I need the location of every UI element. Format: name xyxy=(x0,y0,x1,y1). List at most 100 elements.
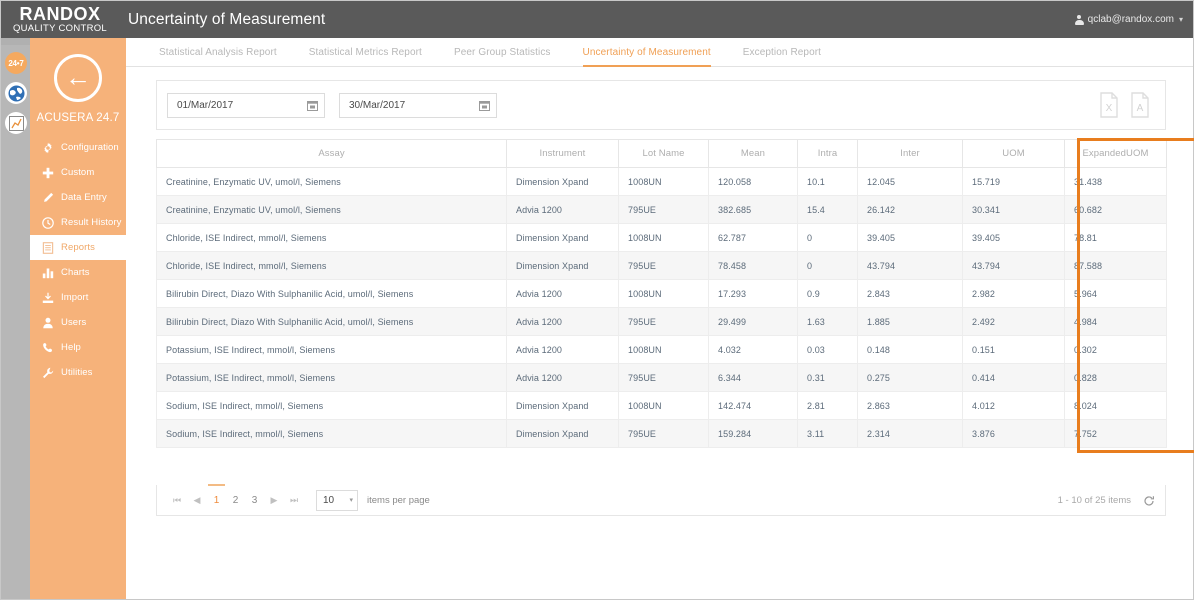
column-header-intra[interactable]: Intra xyxy=(797,139,858,168)
sidebar-item-utilities[interactable]: Utilities xyxy=(30,360,126,385)
logo-title: RANDOX xyxy=(19,3,101,24)
cell-expanded-uom: 8.024 xyxy=(1064,391,1167,420)
page-button-2[interactable]: 2 xyxy=(227,490,244,510)
sidebar-item-reports[interactable]: Reports xyxy=(30,235,126,260)
excel-export-icon[interactable]: X xyxy=(1098,92,1120,118)
cell-inter: 2.314 xyxy=(857,419,963,448)
first-page-button[interactable]: ⏮ xyxy=(167,490,187,510)
bar-chart-icon xyxy=(41,266,54,279)
globe-icon[interactable] xyxy=(5,82,27,104)
cell-expanded-uom: 31.438 xyxy=(1064,167,1167,196)
sidebar-item-custom[interactable]: Custom xyxy=(30,160,126,185)
table-body: Creatinine, Enzymatic UV, umol/l, Siemen… xyxy=(156,167,1167,448)
sidebar-item-data-entry[interactable]: Data Entry xyxy=(30,185,126,210)
column-header-inter[interactable]: Inter xyxy=(857,139,963,168)
cell-instrument: Dimension Xpand xyxy=(506,391,619,420)
sidebar-item-users[interactable]: Users xyxy=(30,310,126,335)
page-button-3[interactable]: 3 xyxy=(246,490,263,510)
table-row[interactable]: Chloride, ISE Indirect, mmol/l, Siemens … xyxy=(156,223,1167,252)
cell-lot-name: 1008UN xyxy=(618,335,709,364)
cell-inter: 26.142 xyxy=(857,195,963,224)
person-icon xyxy=(41,316,54,329)
cell-instrument: Dimension Xpand xyxy=(506,419,619,448)
cell-mean: 17.293 xyxy=(708,279,798,308)
next-page-button[interactable]: ▶ xyxy=(264,490,284,510)
pdf-export-icon[interactable]: A xyxy=(1129,92,1151,118)
table-header-row: Assay Instrument Lot Name Mean Intra Int… xyxy=(156,139,1167,168)
cell-mean: 120.058 xyxy=(708,167,798,196)
svg-text:X: X xyxy=(1106,103,1113,114)
table-row[interactable]: Potassium, ISE Indirect, mmol/l, Siemens… xyxy=(156,363,1167,392)
sidebar-item-label: Reports xyxy=(61,242,95,253)
table-row[interactable]: Potassium, ISE Indirect, mmol/l, Siemens… xyxy=(156,335,1167,364)
sidebar-item-help[interactable]: Help xyxy=(30,335,126,360)
page-title: Uncertainty of Measurement xyxy=(128,10,326,28)
back-button[interactable]: ← xyxy=(54,54,102,102)
cell-mean: 29.499 xyxy=(708,307,798,336)
last-page-button[interactable]: ⏭ xyxy=(284,490,304,510)
cell-mean: 6.344 xyxy=(708,363,798,392)
column-header-uom[interactable]: UOM xyxy=(962,139,1065,168)
column-header-lot-name[interactable]: Lot Name xyxy=(618,139,709,168)
sidebar-item-label: Utilities xyxy=(61,367,93,378)
cell-instrument: Advia 1200 xyxy=(506,279,619,308)
table-row[interactable]: Sodium, ISE Indirect, mmol/l, Siemens Di… xyxy=(156,419,1167,448)
column-header-mean[interactable]: Mean xyxy=(708,139,798,168)
wrench-icon xyxy=(41,366,54,379)
tab-peer-group-statistics[interactable]: Peer Group Statistics xyxy=(454,38,551,67)
table-row[interactable]: Creatinine, Enzymatic UV, umol/l, Siemen… xyxy=(156,167,1167,196)
export-buttons: X A xyxy=(1098,92,1155,118)
sidebar-item-label: Configuration xyxy=(61,142,119,153)
page-size-select[interactable]: 10 ▾ xyxy=(316,489,358,511)
cell-intra: 0 xyxy=(797,251,858,280)
date-from-input[interactable]: 01/Mar/2017 xyxy=(167,92,325,118)
cell-mean: 382.685 xyxy=(708,195,798,224)
user-menu[interactable]: qclab@randox.com ▾ xyxy=(1074,14,1183,25)
top-bar: RANDOX QUALITY CONTROL Uncertainty of Me… xyxy=(1,1,1193,38)
tab-uncertainty-of-measurement[interactable]: Uncertainty of Measurement xyxy=(582,38,711,67)
cell-expanded-uom: 4.984 xyxy=(1064,307,1167,336)
cell-inter: 43.794 xyxy=(857,251,963,280)
cell-mean: 142.474 xyxy=(708,391,798,420)
sidebar-item-configuration[interactable]: Configuration xyxy=(30,135,126,160)
column-header-instrument[interactable]: Instrument xyxy=(506,139,619,168)
user-email: qclab@randox.com xyxy=(1087,14,1174,25)
24-7-badge-icon[interactable]: 24•7 xyxy=(5,52,27,74)
table-row[interactable]: Bilirubin Direct, Diazo With Sulphanilic… xyxy=(156,307,1167,336)
cell-intra: 0.03 xyxy=(797,335,858,364)
prev-page-button[interactable]: ◀ xyxy=(187,490,207,510)
column-header-assay[interactable]: Assay xyxy=(156,139,507,168)
tab-statistical-metrics-report[interactable]: Statistical Metrics Report xyxy=(309,38,422,67)
plus-icon xyxy=(41,166,54,179)
table-row[interactable]: Chloride, ISE Indirect, mmol/l, Siemens … xyxy=(156,251,1167,280)
sidebar-item-import[interactable]: Import xyxy=(30,285,126,310)
tab-exception-report[interactable]: Exception Report xyxy=(743,38,821,67)
table-row[interactable]: Bilirubin Direct, Diazo With Sulphanilic… xyxy=(156,279,1167,308)
sidebar-item-result-history[interactable]: Result History xyxy=(30,210,126,235)
cell-mean: 78.458 xyxy=(708,251,798,280)
cell-mean: 62.787 xyxy=(708,223,798,252)
page-button-1[interactable]: 1 xyxy=(208,484,225,510)
calendar-icon[interactable] xyxy=(307,100,318,111)
chart-icon[interactable] xyxy=(5,112,27,134)
cell-inter: 0.148 xyxy=(857,335,963,364)
cell-lot-name: 795UE xyxy=(618,307,709,336)
calendar-icon[interactable] xyxy=(479,100,490,111)
cell-mean: 4.032 xyxy=(708,335,798,364)
cell-assay: Creatinine, Enzymatic UV, umol/l, Siemen… xyxy=(156,195,507,224)
cell-lot-name: 795UE xyxy=(618,363,709,392)
tab-statistical-analysis-report[interactable]: Statistical Analysis Report xyxy=(159,38,277,67)
sidebar-item-charts[interactable]: Charts xyxy=(30,260,126,285)
date-to-input[interactable]: 30/Mar/2017 xyxy=(339,92,497,118)
page-size-value: 10 xyxy=(323,494,335,506)
cell-assay: Sodium, ISE Indirect, mmol/l, Siemens xyxy=(156,391,507,420)
table-row[interactable]: Creatinine, Enzymatic UV, umol/l, Siemen… xyxy=(156,195,1167,224)
cell-intra: 2.81 xyxy=(797,391,858,420)
randox-logo: RANDOX QUALITY CONTROL xyxy=(1,1,119,38)
cell-inter: 1.885 xyxy=(857,307,963,336)
pagination-right: 1 - 10 of 25 items xyxy=(1058,494,1155,506)
filter-panel: 01/Mar/2017 30/Mar/2017 X A xyxy=(156,80,1166,130)
column-header-expanded-uom[interactable]: ExpandedUOM xyxy=(1064,139,1167,168)
refresh-icon[interactable] xyxy=(1143,494,1155,506)
table-row[interactable]: Sodium, ISE Indirect, mmol/l, Siemens Di… xyxy=(156,391,1167,420)
